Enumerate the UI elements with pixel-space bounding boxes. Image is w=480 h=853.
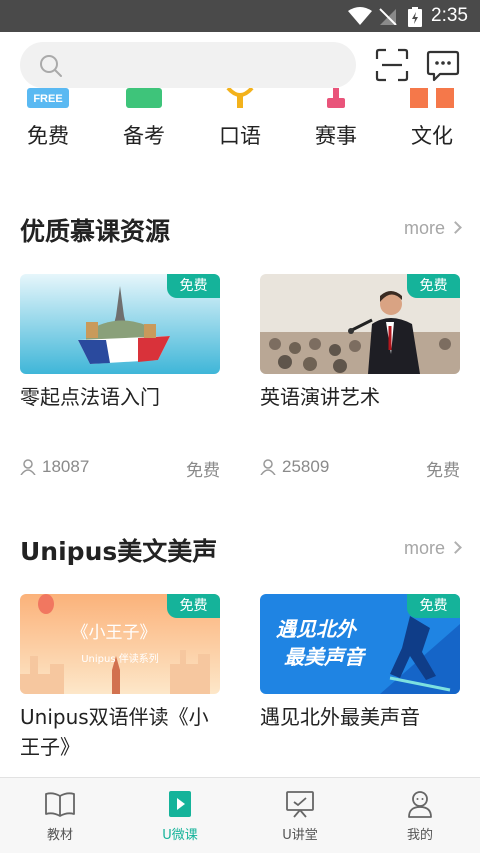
course-price: 免费 — [186, 461, 220, 481]
course-title: 英语演讲艺术 — [260, 385, 380, 409]
course-title: 遇见北外最美声音 — [260, 705, 420, 729]
search-input[interactable] — [74, 42, 344, 88]
category-label: 赛事 — [315, 124, 357, 148]
category-label: 备考 — [123, 124, 165, 148]
bottom-tab-bar: 教材 U微课 U讲堂 我的 — [0, 777, 480, 853]
category-row: FREE 免费 备考 口语 赛事 文化 — [0, 88, 480, 160]
course-price: 免费 — [426, 461, 460, 481]
free-tag-label: FREE — [33, 93, 62, 105]
section-title-unipus: Unipus美文美声 — [20, 537, 218, 566]
course-meta: 18087 免费 — [20, 456, 220, 481]
tab-label: U讲堂 — [282, 828, 318, 843]
more-link-mooc[interactable]: more — [403, 218, 462, 239]
wifi-icon — [348, 7, 372, 25]
tab-label: 我的 — [406, 828, 433, 843]
main-content: FREE 免费 备考 口语 赛事 文化 优质慕课资源 more 免费 零起点法语… — [0, 32, 480, 777]
chevron-right-icon — [449, 221, 462, 234]
section-title-mooc: 优质慕课资源 — [20, 217, 171, 246]
course-title: Unipus双语伴读《小王子》 — [20, 705, 209, 759]
course-thumbnail: 《小王子》 Unipus 伴读系列 免费 — [20, 594, 220, 694]
free-tag-icon: FREE — [27, 88, 69, 108]
search-icon — [40, 55, 62, 77]
tab-profile[interactable]: 我的 — [360, 778, 480, 853]
category-label: 免费 — [27, 124, 69, 148]
category-label: 口语 — [219, 124, 261, 148]
tab-label: U微课 — [162, 828, 198, 843]
no-signal-icon — [379, 8, 397, 25]
category-exam-prep[interactable]: 备考 — [96, 88, 192, 160]
free-badge: 免费 — [407, 594, 460, 618]
status-time: 2:35 — [431, 5, 468, 26]
culture-icon — [410, 88, 454, 108]
user-icon — [260, 459, 276, 475]
chevron-right-icon — [449, 541, 462, 554]
presentation-icon — [286, 791, 314, 818]
course-card-french[interactable]: 免费 零起点法语入门 18087 免费 — [20, 274, 220, 481]
art-line1-text: 遇见北外 — [276, 617, 358, 641]
tab-lecture[interactable]: U讲堂 — [240, 778, 360, 853]
art-line2-text: 最美声音 — [284, 645, 367, 669]
learner-count: 25809 — [282, 457, 330, 476]
more-link-unipus[interactable]: more — [403, 538, 462, 559]
battery-icon — [408, 7, 422, 27]
status-bar: 2:35 — [0, 0, 480, 32]
profile-icon — [408, 791, 432, 818]
course-card-little-prince[interactable]: 《小王子》 Unipus 伴读系列 免费 Unipus双语伴读《小王子》 — [20, 594, 220, 759]
art-title-text: 《小王子》 — [72, 623, 157, 643]
tab-textbook[interactable]: 教材 — [0, 778, 120, 853]
microphone-icon — [226, 88, 254, 108]
tab-label: 教材 — [46, 828, 73, 843]
play-video-icon — [169, 791, 191, 817]
category-free[interactable]: FREE 免费 — [0, 88, 96, 160]
user-icon — [20, 459, 36, 475]
learner-count: 18087 — [42, 457, 90, 476]
more-label: more — [403, 538, 445, 558]
category-speaking[interactable]: 口语 — [192, 88, 288, 160]
message-icon[interactable] — [426, 48, 460, 82]
more-label: more — [403, 218, 445, 238]
course-title: 零起点法语入门 — [20, 385, 160, 409]
book-icon — [126, 88, 162, 108]
category-culture[interactable]: 文化 — [384, 88, 480, 160]
course-thumbnail: 遇见北外 最美声音 免费 — [260, 594, 460, 694]
open-book-icon — [45, 792, 75, 817]
free-badge: 免费 — [167, 594, 220, 618]
category-contest[interactable]: 赛事 — [288, 88, 384, 160]
free-badge: 免费 — [167, 274, 220, 298]
search-bar[interactable] — [20, 42, 356, 88]
course-thumbnail: 免费 — [260, 274, 460, 374]
scan-icon[interactable] — [375, 48, 409, 82]
course-meta: 25809 免费 — [260, 456, 460, 481]
course-card-speech[interactable]: 免费 英语演讲艺术 25809 免费 — [260, 274, 460, 481]
category-label: 文化 — [411, 124, 453, 148]
course-thumbnail: 免费 — [20, 274, 220, 374]
trophy-icon — [327, 88, 345, 108]
art-subtitle-text: Unipus 伴读系列 — [81, 652, 159, 665]
course-card-bfsu-voices[interactable]: 遇见北外 最美声音 免费 遇见北外最美声音 — [260, 594, 460, 729]
tab-micro-course[interactable]: U微课 — [120, 778, 240, 853]
free-badge: 免费 — [407, 274, 460, 298]
